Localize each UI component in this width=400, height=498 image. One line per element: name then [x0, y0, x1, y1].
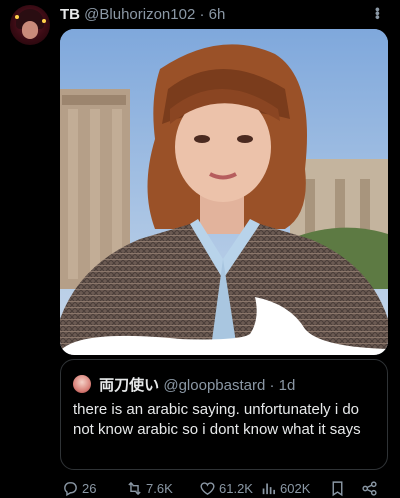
quote-time[interactable]: 1d — [279, 377, 296, 394]
view-count: 602K — [280, 481, 311, 496]
quote-text: there is an arabic saying. unfortunately… — [73, 401, 361, 438]
reply-button[interactable]: 26 — [62, 480, 96, 497]
more-dots-icon[interactable]: ••• — [370, 7, 386, 19]
share-icon — [362, 481, 377, 496]
reply-icon — [64, 482, 77, 497]
heart-icon — [200, 482, 215, 496]
avatar-sparkle — [42, 19, 46, 23]
photo-illustration — [60, 29, 388, 355]
tweet-image[interactable] — [60, 29, 388, 355]
retweet-button[interactable]: 7.6K — [126, 480, 173, 497]
share-button[interactable] — [361, 480, 381, 497]
views-icon — [262, 483, 276, 495]
quoted-tweet[interactable]: 両刀使い @gloopbastard · 1d there is an arab… — [60, 359, 388, 470]
reply-count: 26 — [82, 481, 97, 496]
tweet-header: TB @Bluhorizon102 · 6h — [60, 6, 225, 24]
avatar-sparkle — [15, 15, 19, 19]
quote-separator: · — [269, 377, 275, 394]
quote-avatar[interactable] — [73, 375, 91, 393]
like-button[interactable]: 61.2K — [199, 480, 253, 497]
bookmark-button[interactable] — [329, 480, 349, 497]
quote-header: 両刀使い @gloopbastard · 1d — [73, 375, 295, 395]
action-bar: 26 7.6K 61.2K 602K — [62, 480, 382, 498]
quote-author-handle[interactable]: @gloopbastard — [163, 377, 265, 394]
quote-author-name[interactable]: 両刀使い — [99, 377, 159, 394]
author-handle[interactable]: @Bluhorizon102 — [84, 6, 195, 23]
tweet-time[interactable]: 6h — [209, 6, 226, 23]
views-button[interactable]: 602K — [260, 480, 310, 497]
avatar-face — [22, 21, 38, 39]
retweet-icon — [128, 481, 141, 496]
header-separator: · — [199, 6, 205, 23]
author-name[interactable]: TB — [60, 6, 80, 23]
bookmark-icon — [332, 481, 343, 497]
retweet-count: 7.6K — [146, 481, 173, 496]
author-avatar[interactable] — [10, 5, 50, 45]
like-count: 61.2K — [219, 481, 253, 496]
